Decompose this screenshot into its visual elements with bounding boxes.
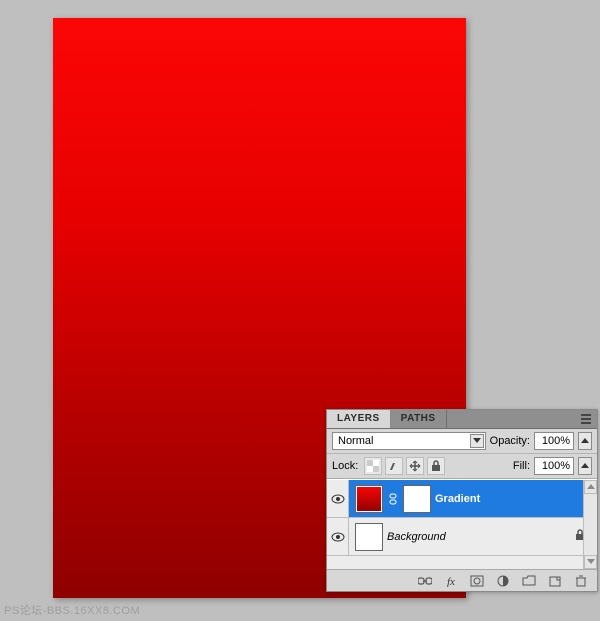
lock-transparency-button[interactable] — [364, 457, 382, 475]
opacity-label: Opacity: — [490, 435, 530, 447]
layer-list: Gradient Background — [327, 479, 597, 569]
lock-fill-row: Lock: Fill: 100% — [327, 454, 597, 479]
blend-mode-value: Normal — [338, 435, 373, 447]
layer-style-button[interactable]: fx — [441, 573, 461, 589]
lock-pixels-button[interactable] — [385, 457, 403, 475]
fill-stepper[interactable] — [578, 457, 592, 475]
tab-paths[interactable]: PATHS — [391, 410, 447, 428]
panel-footer: fx — [327, 569, 597, 591]
eye-icon — [331, 532, 345, 542]
chevron-down-icon — [470, 434, 484, 448]
add-mask-button[interactable] — [467, 573, 487, 589]
layers-panel: LAYERS PATHS Normal Opacity: 100% Lock: — [326, 409, 598, 592]
new-adjustment-button[interactable] — [493, 573, 513, 589]
visibility-toggle[interactable] — [327, 480, 349, 517]
layer-row[interactable]: Background — [327, 518, 597, 556]
layer-scrollbar[interactable] — [583, 480, 597, 569]
mask-thumbnail[interactable] — [403, 485, 431, 513]
new-layer-button[interactable] — [545, 573, 565, 589]
lock-position-button[interactable] — [406, 457, 424, 475]
blend-mode-select[interactable]: Normal — [332, 432, 486, 450]
delete-layer-button[interactable] — [571, 573, 591, 589]
svg-text:fx: fx — [447, 576, 455, 587]
mask-link-icon[interactable] — [387, 493, 399, 505]
lock-all-button[interactable] — [427, 457, 445, 475]
visibility-toggle[interactable] — [327, 518, 349, 555]
layer-name[interactable]: Background — [387, 531, 571, 543]
fill-input[interactable]: 100% — [534, 457, 574, 475]
blend-opacity-row: Normal Opacity: 100% — [327, 429, 597, 454]
scroll-down-button[interactable] — [584, 555, 597, 569]
layer-thumbnail[interactable] — [355, 485, 383, 513]
panel-menu-button[interactable] — [579, 412, 593, 425]
scroll-up-button[interactable] — [584, 480, 597, 494]
layer-name[interactable]: Gradient — [435, 493, 591, 505]
opacity-stepper[interactable] — [578, 432, 592, 450]
link-layers-button[interactable] — [415, 573, 435, 589]
layer-row[interactable]: Gradient — [327, 480, 597, 518]
watermark-text: PS论坛-BBS.16XX8.COM — [4, 602, 140, 618]
eye-icon — [331, 494, 345, 504]
panel-tabs: LAYERS PATHS — [327, 410, 597, 429]
fill-label: Fill: — [513, 460, 530, 472]
lock-buttons — [364, 457, 445, 475]
new-group-button[interactable] — [519, 573, 539, 589]
lock-label: Lock: — [332, 460, 358, 472]
opacity-input[interactable]: 100% — [534, 432, 574, 450]
layer-thumbnail[interactable] — [355, 523, 383, 551]
tab-layers[interactable]: LAYERS — [327, 410, 391, 428]
